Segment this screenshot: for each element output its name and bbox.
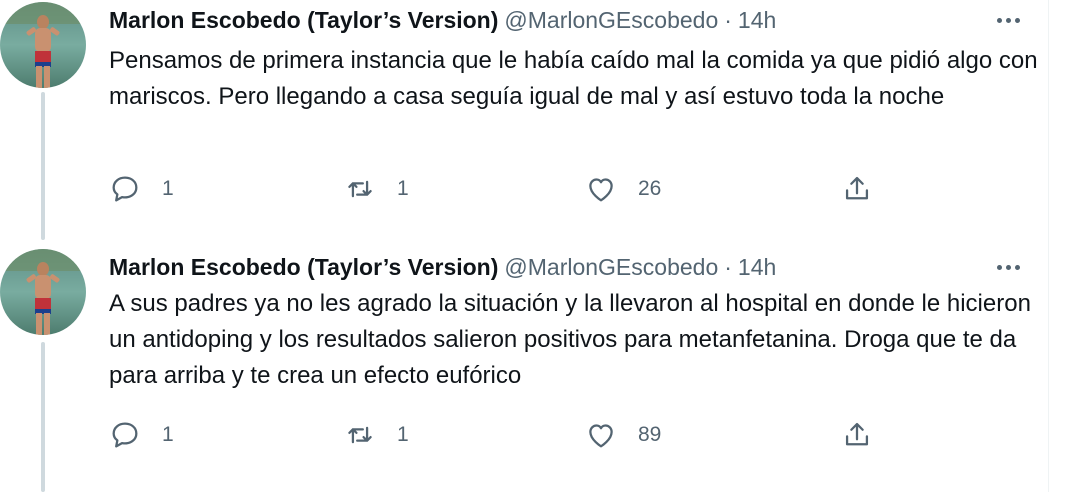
- thread-connector: [41, 342, 45, 492]
- reply-count: 1: [162, 423, 174, 446]
- tweet[interactable]: Marlon Escobedo (Taylor’s Version) @Marlo…: [0, 0, 1048, 246]
- tweet-header: Marlon Escobedo (Taylor’s Version) @Marlo…: [109, 252, 1048, 282]
- more-options-icon[interactable]: [988, 5, 1028, 35]
- share-icon: [845, 176, 869, 200]
- timeline-right-border: [1048, 0, 1049, 492]
- heart-icon: [589, 178, 613, 202]
- thread-connector: [41, 92, 45, 240]
- author-name[interactable]: Marlon Escobedo (Taylor’s Version): [109, 7, 498, 33]
- share-button[interactable]: [840, 418, 874, 452]
- reply-button[interactable]: 1: [108, 172, 174, 206]
- timestamp[interactable]: 14h: [738, 254, 776, 280]
- tweet-text: Pensamos de primera instancia que le hab…: [109, 47, 1038, 110]
- retweet-button[interactable]: 1: [343, 172, 409, 206]
- avatar-photo: [0, 249, 86, 335]
- retweet-icon: [348, 180, 372, 198]
- avatar[interactable]: [0, 249, 86, 335]
- reply-icon: [112, 176, 138, 202]
- separator-dot: ·: [724, 254, 732, 280]
- tweet-text: A sus padres ya no les agrado la situaci…: [109, 290, 1031, 389]
- heart-icon: [589, 424, 613, 448]
- like-count: 26: [638, 177, 662, 200]
- share-button[interactable]: [840, 172, 874, 206]
- like-button[interactable]: 26: [584, 172, 661, 206]
- retweet-button[interactable]: 1: [343, 418, 409, 452]
- avatar[interactable]: [0, 2, 86, 88]
- reply-button[interactable]: 1: [108, 418, 174, 452]
- author-handle[interactable]: @MarlonGEscobedo: [504, 7, 718, 33]
- author-name[interactable]: Marlon Escobedo (Taylor’s Version): [109, 254, 498, 280]
- retweet-count: 1: [397, 177, 409, 200]
- like-button[interactable]: 89: [584, 418, 661, 452]
- timestamp[interactable]: 14h: [738, 7, 776, 33]
- like-count: 89: [638, 423, 662, 446]
- tweet-header: Marlon Escobedo (Taylor’s Version) @Marlo…: [109, 5, 1048, 35]
- reply-count: 1: [162, 177, 174, 200]
- share-icon: [845, 422, 869, 446]
- reply-icon: [112, 422, 138, 448]
- retweet-icon: [348, 426, 372, 444]
- separator-dot: ·: [724, 7, 732, 33]
- retweet-count: 1: [397, 423, 409, 446]
- author-handle[interactable]: @MarlonGEscobedo: [504, 254, 718, 280]
- more-options-icon[interactable]: [988, 252, 1028, 282]
- avatar-photo: [0, 2, 86, 88]
- tweet[interactable]: Marlon Escobedo (Taylor’s Version) @Marlo…: [0, 246, 1048, 492]
